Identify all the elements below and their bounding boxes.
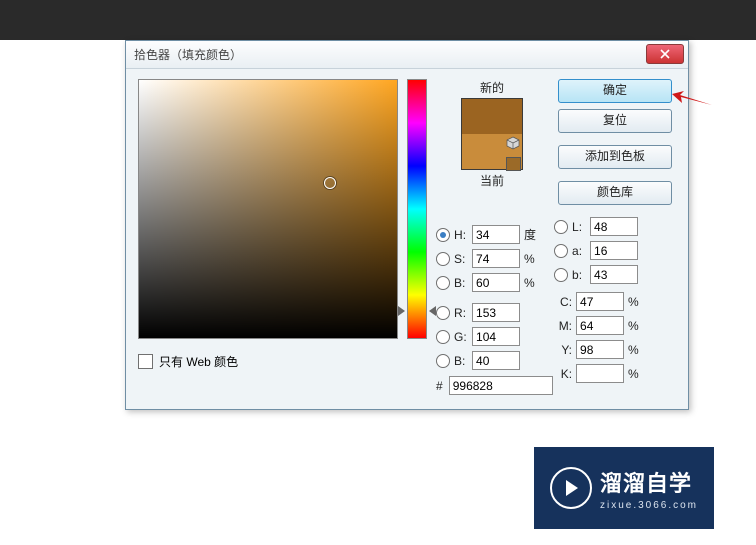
dialog-title: 拾色器（填充颜色） [130, 46, 242, 63]
c-unit: % [628, 295, 642, 309]
a-row: a: [554, 241, 676, 260]
s-input[interactable] [472, 249, 520, 268]
g-row: G: [436, 327, 548, 346]
hue-column [402, 79, 432, 395]
k-input[interactable] [576, 364, 624, 383]
r-row: R: [436, 303, 548, 322]
watermark-text: 溜溜自学 zixue.3066.com [600, 466, 698, 511]
lab-fields: L: a: b: [554, 217, 676, 284]
hsb-rgb-fields: H: 度 S: % B: % [436, 225, 548, 395]
l-row: L: [554, 217, 676, 236]
preview-current-label: 当前 [436, 172, 548, 189]
close-button[interactable] [646, 44, 684, 64]
g-label: G: [454, 330, 472, 344]
hue-wrap [407, 79, 427, 339]
a-label: a: [572, 244, 590, 258]
radio-b-rgb[interactable] [436, 354, 450, 368]
color-picker-dialog: 拾色器（填充颜色） 只有 Web 颜色 [125, 40, 689, 410]
y-label: Y: [554, 343, 572, 357]
play-circle-icon [550, 467, 592, 509]
new-color-swatch[interactable] [462, 99, 522, 134]
close-icon [660, 49, 670, 59]
hue-handle-left-icon[interactable] [398, 306, 405, 316]
y-unit: % [628, 343, 642, 357]
b-hsb-label: B: [454, 276, 472, 290]
h-unit: 度 [524, 226, 538, 243]
c-label: C: [554, 295, 572, 309]
radio-a[interactable] [554, 244, 568, 258]
right-column: 确定 复位 添加到色板 颜色库 L: a: b: [554, 79, 676, 395]
radio-b-hsb[interactable] [436, 276, 450, 290]
b-hsb-row: B: % [436, 273, 548, 292]
lab-b-label: b: [572, 268, 590, 282]
watermark-url: zixue.3066.com [600, 500, 698, 511]
y-input[interactable] [576, 340, 624, 359]
b-rgb-row: B: [436, 351, 548, 370]
m-input[interactable] [576, 316, 624, 335]
m-row: M: % [554, 316, 676, 335]
hue-handle-right-icon[interactable] [429, 306, 436, 316]
hex-input[interactable] [449, 376, 553, 395]
hex-label: # [436, 379, 443, 393]
hue-slider[interactable] [407, 79, 427, 339]
add-to-swatches-button[interactable]: 添加到色板 [558, 145, 672, 169]
b-rgb-label: B: [454, 354, 472, 368]
annotation-arrow [672, 91, 712, 112]
ok-button[interactable]: 确定 [558, 79, 672, 103]
lab-b-row: b: [554, 265, 676, 284]
web-only-row: 只有 Web 颜色 [138, 353, 398, 370]
radio-l[interactable] [554, 220, 568, 234]
right-white-area [712, 40, 756, 440]
radio-r[interactable] [436, 306, 450, 320]
g-input[interactable] [472, 327, 520, 346]
m-label: M: [554, 319, 572, 333]
radio-g[interactable] [436, 330, 450, 344]
app-dark-bar [0, 0, 756, 40]
gamut-nearest-swatch[interactable] [506, 157, 521, 171]
dialog-body: 只有 Web 颜色 新的 当前 H: [126, 69, 688, 409]
radio-h[interactable] [436, 228, 450, 242]
radio-s[interactable] [436, 252, 450, 266]
gamut-icons [506, 136, 521, 174]
preview-new-label: 新的 [436, 79, 548, 96]
h-row: H: 度 [436, 225, 548, 244]
r-input[interactable] [472, 303, 520, 322]
titlebar[interactable]: 拾色器（填充颜色） [126, 41, 688, 69]
l-label: L: [572, 220, 590, 234]
k-row: K: % [554, 364, 676, 383]
gamut-cube-icon[interactable] [506, 136, 520, 150]
h-input[interactable] [472, 225, 520, 244]
c-row: C: % [554, 292, 676, 311]
watermark-brand: 溜溜自学 [600, 466, 698, 498]
b-hsb-input[interactable] [472, 273, 520, 292]
m-unit: % [628, 319, 642, 333]
l-input[interactable] [590, 217, 638, 236]
sv-marker[interactable] [324, 177, 336, 189]
h-label: H: [454, 228, 472, 242]
left-column: 只有 Web 颜色 [138, 79, 398, 395]
web-only-label: 只有 Web 颜色 [159, 353, 238, 370]
hex-row: # [436, 376, 548, 395]
mid-column: 新的 当前 H: 度 S: % [436, 79, 548, 395]
r-label: R: [454, 306, 472, 320]
c-input[interactable] [576, 292, 624, 311]
web-only-checkbox[interactable] [138, 354, 153, 369]
a-input[interactable] [590, 241, 638, 260]
watermark: 溜溜自学 zixue.3066.com [534, 447, 714, 529]
b-hsb-unit: % [524, 276, 538, 290]
s-row: S: % [436, 249, 548, 268]
cmyk-fields: C: % M: % Y: % K: % [554, 292, 676, 383]
s-unit: % [524, 252, 538, 266]
radio-lab-b[interactable] [554, 268, 568, 282]
lab-b-input[interactable] [590, 265, 638, 284]
k-label: K: [554, 367, 572, 381]
saturation-value-field[interactable] [138, 79, 398, 339]
s-label: S: [454, 252, 472, 266]
arrow-icon [672, 91, 712, 109]
b-rgb-input[interactable] [472, 351, 520, 370]
color-libraries-button[interactable]: 颜色库 [558, 181, 672, 205]
y-row: Y: % [554, 340, 676, 359]
k-unit: % [628, 367, 642, 381]
reset-button[interactable]: 复位 [558, 109, 672, 133]
